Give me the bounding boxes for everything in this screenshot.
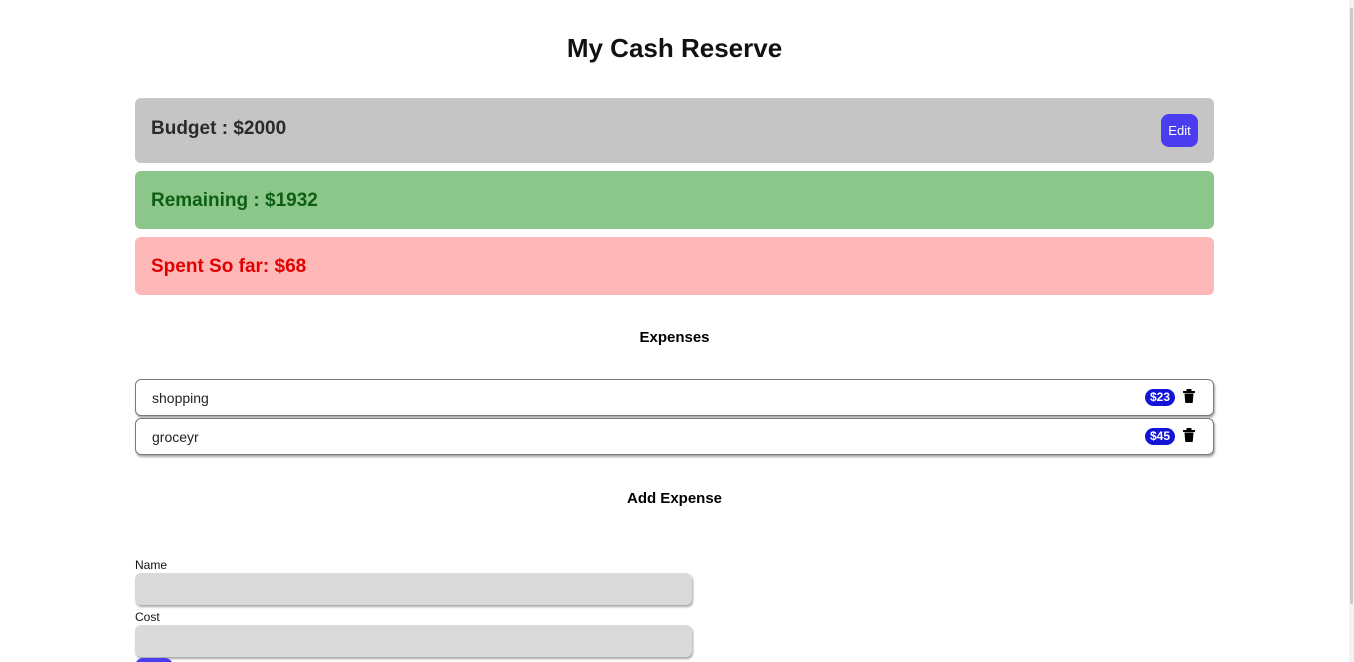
expense-item: groceyr $45	[135, 418, 1214, 455]
trash-icon[interactable]	[1183, 389, 1195, 403]
remaining-card: Remaining : $1932	[135, 171, 1214, 229]
expense-name: groceyr	[152, 429, 199, 445]
cost-label: Cost	[135, 610, 160, 624]
name-input[interactable]	[135, 573, 692, 605]
cost-badge: $45	[1144, 428, 1175, 445]
expense-name: shopping	[152, 390, 209, 406]
add-expense-heading: Add Expense	[626, 490, 723, 507]
expenses-heading: Expenses	[639, 329, 710, 346]
name-label: Name	[135, 558, 168, 572]
trash-icon[interactable]	[1183, 428, 1195, 442]
budget-text: Budget : $2000	[151, 118, 287, 139]
remaining-text: Remaining : $1932	[151, 190, 318, 211]
expense-item: shopping $23	[135, 379, 1214, 416]
save-expense-button[interactable]	[135, 658, 173, 662]
budget-card: Budget : $2000 Edit	[135, 98, 1214, 163]
edit-budget-button[interactable]: Edit	[1161, 114, 1198, 147]
cost-input[interactable]	[135, 625, 692, 657]
cost-badge: $23	[1144, 389, 1175, 406]
page: My Cash Reserve Budget : $2000 Edit Rema…	[0, 0, 1354, 662]
page-title: My Cash Reserve	[566, 33, 783, 63]
spent-text: Spent So far: $68	[151, 256, 307, 277]
scrollbar-thumb[interactable]	[1350, 8, 1353, 604]
page-scrollbar[interactable]	[1349, 0, 1354, 662]
spent-card: Spent So far: $68	[135, 237, 1214, 295]
